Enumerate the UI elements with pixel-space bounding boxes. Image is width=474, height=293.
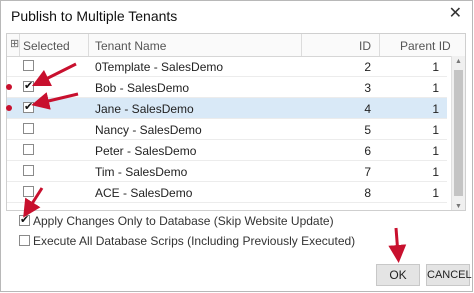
id-cell: 6 <box>364 144 371 158</box>
tenant-name-cell: Nancy - SalesDemo <box>95 123 202 137</box>
id-cell: 8 <box>364 186 371 200</box>
cancel-button[interactable]: CANCEL <box>426 264 472 286</box>
table-row[interactable]: Peter - SalesDemo 6 1 <box>7 140 447 161</box>
annotation-dot <box>6 105 12 111</box>
table-row[interactable]: Bob - SalesDemo 3 1 <box>7 77 447 98</box>
column-header-parent-id[interactable]: Parent ID <box>400 39 451 53</box>
parent-id-cell: 1 <box>432 123 439 137</box>
dialog-title: Publish to Multiple Tenants <box>11 8 178 24</box>
row-select-checkbox[interactable] <box>23 79 34 92</box>
parent-id-cell: 1 <box>432 81 439 95</box>
tenant-name-cell: Peter - SalesDemo <box>95 144 197 158</box>
table-row[interactable]: Jane - SalesDemo 4 1 <box>7 98 447 119</box>
id-cell: 7 <box>364 165 371 179</box>
title-bar: Publish to Multiple Tenants ✕ <box>1 1 472 31</box>
column-header-selected[interactable]: Selected <box>23 39 70 53</box>
id-cell: 5 <box>364 123 371 137</box>
row-select-checkbox[interactable] <box>23 165 34 176</box>
scrollbar-thumb[interactable] <box>454 70 463 196</box>
id-cell: 4 <box>364 102 371 116</box>
row-select-checkbox[interactable] <box>23 144 34 155</box>
annotation-dot <box>6 84 12 90</box>
row-select-checkbox[interactable] <box>23 123 34 134</box>
tenant-grid: ⊞ Selected Tenant Name ID Parent ID 0Tem… <box>6 33 466 211</box>
publish-dialog: Publish to Multiple Tenants ✕ ⊞ Selected… <box>0 0 473 292</box>
table-row[interactable]: Nancy - SalesDemo 5 1 <box>7 119 447 140</box>
tenant-name-cell: ACE - SalesDemo <box>95 186 193 200</box>
row-select-checkbox[interactable] <box>23 60 34 71</box>
execute-all-scripts-label: Execute All Database Scrips (Including P… <box>33 234 356 248</box>
parent-id-cell: 1 <box>432 102 439 116</box>
grid-header: ⊞ Selected Tenant Name ID Parent ID <box>7 34 465 57</box>
column-header-id[interactable]: ID <box>359 39 371 53</box>
ok-button[interactable]: OK <box>376 264 420 286</box>
grid-settings-icon[interactable]: ⊞ <box>10 37 19 50</box>
parent-id-cell: 1 <box>432 144 439 158</box>
row-select-checkbox[interactable] <box>23 100 34 113</box>
id-cell: 2 <box>364 60 371 74</box>
parent-id-cell: 1 <box>432 165 439 179</box>
apply-db-only-checkbox[interactable] <box>19 213 30 226</box>
close-icon[interactable]: ✕ <box>449 6 462 22</box>
tenant-name-cell: 0Template - SalesDemo <box>95 60 224 74</box>
apply-db-only-label: Apply Changes Only to Database (Skip Web… <box>33 214 334 228</box>
scroll-down-icon[interactable]: ▼ <box>455 203 462 210</box>
table-row[interactable]: 0Template - SalesDemo 2 1 <box>7 56 447 77</box>
parent-id-cell: 1 <box>432 186 439 200</box>
table-row[interactable]: ACE - SalesDemo 8 1 <box>7 182 447 203</box>
grid-scrollbar[interactable]: ▲ ▼ <box>451 56 465 210</box>
execute-all-scripts-checkbox[interactable] <box>19 235 30 246</box>
column-header-tenant-name[interactable]: Tenant Name <box>95 39 166 53</box>
id-cell: 3 <box>364 81 371 95</box>
row-select-checkbox[interactable] <box>23 186 34 197</box>
table-row[interactable]: Tim - SalesDemo 7 1 <box>7 161 447 182</box>
scroll-up-icon[interactable]: ▲ <box>455 58 462 65</box>
tenant-name-cell: Bob - SalesDemo <box>95 81 190 95</box>
parent-id-cell: 1 <box>432 60 439 74</box>
tenant-name-cell: Tim - SalesDemo <box>95 165 188 179</box>
tenant-name-cell: Jane - SalesDemo <box>95 102 194 116</box>
